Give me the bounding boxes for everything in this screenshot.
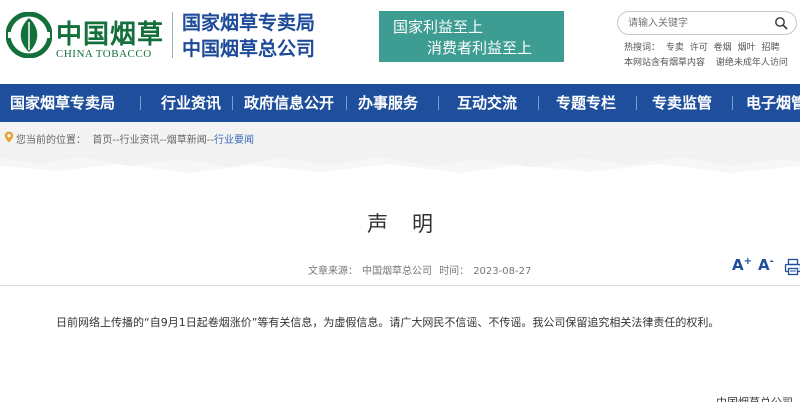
nav-separator: [732, 96, 733, 110]
breadcrumb-separator: --: [112, 135, 120, 146]
nav-item-industry-news[interactable]: 行业资讯: [161, 84, 221, 122]
hot-word-link[interactable]: 烟叶: [738, 43, 756, 53]
font-increase-letter: A: [732, 256, 744, 274]
source-label: 文章来源：: [308, 266, 358, 277]
org-name-line2: 中国烟草总公司: [182, 38, 316, 60]
slogan-line1: 国家利益至上: [393, 18, 484, 36]
breadcrumb-separator: --: [159, 135, 167, 146]
nav-item-home[interactable]: 国家烟草专卖局: [10, 84, 115, 122]
search-input[interactable]: [628, 15, 768, 31]
breadcrumb: 您当前的位置： 首页--行业资讯--烟草新闻--行业要闻: [16, 131, 254, 146]
nav-item-monopoly-supervision[interactable]: 专卖监管: [652, 84, 712, 122]
hot-search-words: 热搜词： 专卖 许可 卷烟 烟叶 招聘: [624, 40, 782, 53]
org-name-line1: 国家烟草专卖局: [182, 12, 316, 34]
breadcrumb-tobacco-news-link[interactable]: 烟草新闻: [167, 135, 207, 146]
slogan-line2: 消费者利益至上: [427, 39, 533, 57]
slogan-banner: 国家利益至上 消费者利益至上: [379, 11, 564, 62]
breadcrumb-home-link[interactable]: 首页: [92, 135, 112, 146]
time-label: 时间：: [439, 266, 470, 277]
nav-item-interaction[interactable]: 互动交流: [457, 84, 517, 122]
nav-item-services[interactable]: 办事服务: [358, 84, 418, 122]
article-signature: 中国烟草总公司: [716, 394, 793, 402]
breadcrumb-industry-news-link[interactable]: 行业资讯: [120, 135, 160, 146]
nav-item-gov-info[interactable]: 政府信息公开: [244, 84, 334, 122]
notice-text: 本网站含有烟草内容: [624, 58, 706, 68]
search-box: [617, 11, 797, 35]
search-icon[interactable]: [774, 16, 788, 30]
organization-name: 国家烟草专卖局 中国烟草总公司: [182, 10, 315, 62]
article-content: 日前网络上传播的“自9月1日起卷烟涨价”等有关信息，为虚假信息。请广大网民不信谣…: [56, 316, 720, 329]
hot-word-link[interactable]: 招聘: [761, 43, 779, 53]
font-increase-sign: +: [743, 256, 752, 267]
logo-english-text: CHINA TOBACCO: [56, 48, 152, 60]
nav-separator: [140, 96, 141, 110]
hot-word-link[interactable]: 卷烟: [714, 43, 732, 53]
article-title: 声明: [367, 212, 457, 236]
font-decrease-letter: A: [758, 256, 770, 274]
logo-chinese-text: 中国烟草: [56, 20, 165, 50]
printer-icon[interactable]: [784, 258, 800, 276]
hot-word-link[interactable]: 专卖: [666, 43, 684, 53]
breadcrumb-bar: 您当前的位置： 首页--行业资讯--烟草新闻--行业要闻: [0, 122, 800, 154]
article-date: 2023-08-27: [473, 266, 532, 277]
breadcrumb-separator: --: [206, 135, 215, 146]
main-navigation: 国家烟草专卖局 行业资讯 政府信息公开 办事服务 互动交流 专题专栏 专卖监管 …: [0, 84, 800, 122]
hot-search-label: 热搜词：: [624, 43, 661, 53]
minor-notice: 本网站含有烟草内容 谢绝未成年人访问: [624, 55, 796, 68]
article-meta: 文章来源： 中国烟草总公司 时间： 2023-08-27: [308, 262, 535, 277]
breadcrumb-prefix: 您当前的位置：: [16, 135, 86, 146]
nav-separator: [636, 96, 637, 110]
nav-separator: [232, 96, 233, 110]
font-increase-button[interactable]: A+: [732, 256, 752, 274]
site-header: 中国烟草 CHINA TOBACCO 国家烟草专卖局 中国烟草总公司 国家利益至…: [0, 0, 800, 82]
article-source: 中国烟草总公司: [362, 266, 432, 277]
nav-item-special-topics[interactable]: 专题专栏: [556, 84, 616, 122]
breadcrumb-current-link[interactable]: 行业要闻: [214, 135, 254, 146]
nav-item-e-cigarette[interactable]: 电子烟管: [746, 84, 800, 122]
font-decrease-sign: -: [769, 256, 774, 267]
site-logo[interactable]: 中国烟草 CHINA TOBACCO: [6, 8, 176, 64]
nav-separator: [346, 96, 347, 110]
nav-separator: [438, 96, 439, 110]
meta-divider: [0, 285, 800, 286]
decorative-mountain-band: [0, 154, 800, 178]
notice-text: 谢绝未成年人访问: [715, 58, 788, 68]
nav-separator: [538, 96, 539, 110]
location-pin-icon: [4, 131, 14, 143]
logo-divider: [172, 12, 173, 58]
china-tobacco-emblem-icon: [6, 12, 52, 58]
hot-word-link[interactable]: 许可: [690, 43, 708, 53]
font-decrease-button[interactable]: A-: [758, 256, 774, 274]
